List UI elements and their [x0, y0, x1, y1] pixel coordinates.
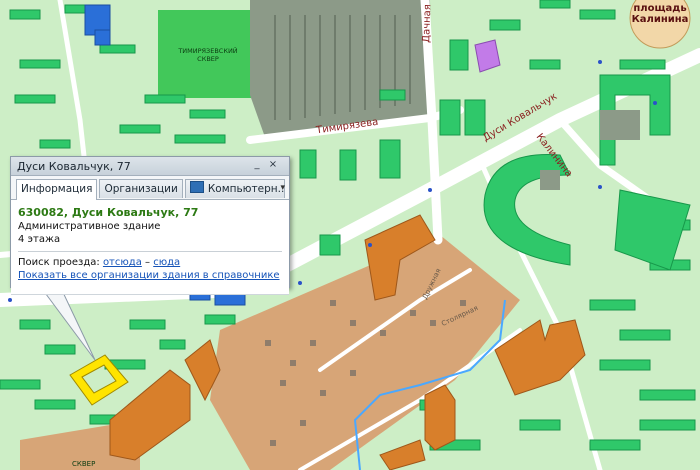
- tab-info[interactable]: Информация: [16, 179, 98, 200]
- divider: [18, 251, 282, 252]
- tab-organizations[interactable]: Организации: [99, 179, 183, 198]
- route-from-link[interactable]: отсюда: [103, 257, 142, 268]
- building-floors: 4 этажа: [18, 234, 61, 245]
- label-timiryazevsky-square: ТИМИРЯЗЕВСКИЙ СКВЕР: [178, 47, 238, 63]
- tabs-dropdown-icon[interactable]: ▾: [280, 183, 285, 193]
- tab-organizations-label: Организации: [104, 183, 178, 195]
- route-label: Поиск проезда:: [18, 257, 100, 268]
- tab-info-label: Информация: [21, 183, 93, 195]
- popup-title: Дуси Ковальчук, 77: [17, 159, 131, 173]
- tab-computer-label: Компьютерн...: [207, 183, 285, 195]
- show-organizations-link[interactable]: Показать все организации здания в справо…: [18, 270, 280, 281]
- popup-tabs: Информация Организации Компьютерн... ▾: [11, 179, 289, 200]
- label-bottom-square: СКВЕР: [72, 460, 96, 468]
- route-to-link[interactable]: сюда: [153, 257, 180, 268]
- popup-body: 630082, Дуси Ковальчук, 77 Административ…: [11, 200, 289, 295]
- building-address: 630082, Дуси Ковальчук, 77: [18, 206, 199, 219]
- minimize-icon[interactable]: _: [251, 159, 263, 171]
- close-icon[interactable]: ×: [267, 159, 279, 171]
- info-popup: Дуси Ковальчук, 77 _ × Информация Органи…: [10, 156, 290, 295]
- route-dash: –: [141, 257, 154, 268]
- building-type: Административное здание: [18, 221, 161, 232]
- computer-icon: [189, 181, 204, 193]
- label-kalinina-square: площадь Калинина: [631, 3, 689, 25]
- route-search: Поиск проезда: отсюда – сюда: [18, 257, 282, 268]
- label-dachnaya: Дачная: [421, 4, 434, 43]
- tab-computer[interactable]: Компьютерн...: [184, 179, 285, 198]
- popup-header[interactable]: Дуси Ковальчук, 77 _ ×: [11, 157, 289, 176]
